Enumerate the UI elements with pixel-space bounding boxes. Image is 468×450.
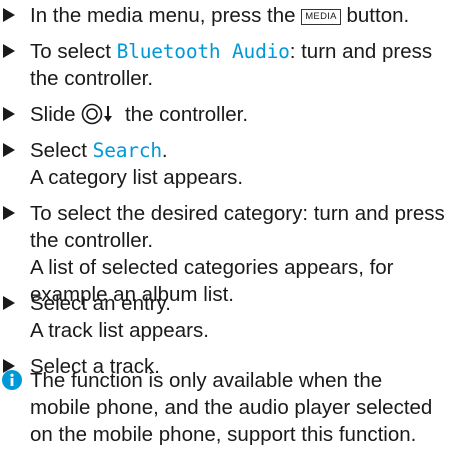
step-arrow-icon: [2, 290, 22, 317]
step-result: A list of selected categories appears, f…: [30, 256, 394, 279]
controller-slide-down-icon: [81, 103, 119, 132]
media-button-key: MEDIA: [301, 9, 341, 25]
ui-term-search: Search: [92, 139, 162, 162]
step-text: In the media menu, press the MEDIA butto…: [30, 4, 410, 27]
step-text: Select Search.: [30, 139, 168, 162]
step-arrow-icon: [2, 137, 22, 164]
step-text: To select the desired category: turn and…: [30, 202, 445, 225]
info-text-line3: on the mobile phone, support this functi…: [30, 423, 417, 446]
info-text-line1: The function is only available when the: [30, 369, 383, 392]
ui-term-bluetooth-audio: Bluetooth Audio: [116, 40, 290, 63]
info-text-line2: mobile phone, and the audio player selec…: [30, 396, 433, 419]
step-result: A track list appears.: [30, 319, 209, 342]
step-arrow-icon: [2, 200, 22, 227]
step-arrow-icon: [2, 38, 22, 65]
step-result: A category list appears.: [30, 166, 244, 189]
step-arrow-icon: [2, 101, 22, 128]
info-icon: [2, 370, 22, 390]
step-text: To select Bluetooth Audio: turn and pres…: [30, 40, 433, 63]
step-text: Select an entry.: [30, 292, 171, 315]
step-text: Slide the controller.: [30, 101, 466, 132]
step-text-line2: the controller.: [30, 67, 154, 90]
step-text-line2: the controller.: [30, 229, 154, 252]
step-arrow-icon: [2, 2, 22, 29]
